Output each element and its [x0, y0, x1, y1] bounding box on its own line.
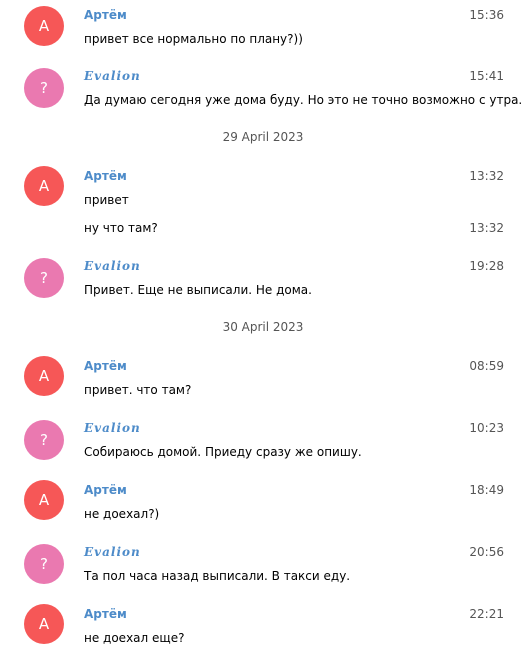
- message-text: привет: [84, 193, 129, 207]
- avatar: A: [24, 6, 64, 46]
- message-text: привет. что там?: [84, 383, 192, 397]
- message-text: не доехал еще?: [84, 631, 185, 645]
- avatar: A: [24, 356, 64, 396]
- sender-name: Evalion: [84, 259, 141, 273]
- date-separator: 29 April 2023: [222, 130, 304, 144]
- sender-name: Evalion: [84, 69, 141, 83]
- sender-name: Артём: [84, 607, 127, 621]
- sender-name: Артём: [84, 8, 127, 22]
- message-text: привет все нормально по плану?)): [84, 32, 303, 46]
- avatar: ?: [24, 68, 64, 108]
- date-separator: 30 April 2023: [222, 320, 304, 334]
- message-time: 15:41: [469, 69, 504, 83]
- message-time: 15:36: [469, 8, 504, 22]
- avatar: ?: [24, 544, 64, 584]
- message-text: Да думаю сегодня уже дома буду. Но это н…: [84, 93, 523, 107]
- message-time: 13:32: [469, 169, 504, 183]
- sender-name: Артём: [84, 483, 127, 497]
- message-text: ну что там?: [84, 221, 158, 235]
- avatar: ?: [24, 420, 64, 460]
- avatar: A: [24, 480, 64, 520]
- avatar: A: [24, 166, 64, 206]
- message-text: Та пол часа назад выписали. В такси еду.: [84, 569, 351, 583]
- message-time: 10:23: [469, 421, 504, 435]
- message-time: 08:59: [469, 359, 504, 373]
- sender-name: Артём: [84, 169, 127, 183]
- message-text: не доехал?): [84, 507, 160, 521]
- avatar: ?: [24, 258, 64, 298]
- avatar: A: [24, 604, 64, 644]
- message-time: 13:32: [469, 221, 504, 235]
- sender-name: Evalion: [84, 545, 141, 559]
- message-time: 18:49: [469, 483, 504, 497]
- sender-name: Артём: [84, 359, 127, 373]
- message-text: Привет. Еще не выписали. Не дома.: [84, 283, 312, 297]
- message-text: Собираюсь домой. Приеду сразу же опишу.: [84, 445, 362, 459]
- message-time: 20:56: [469, 545, 504, 559]
- message-time: 19:28: [469, 259, 504, 273]
- sender-name: Evalion: [84, 421, 141, 435]
- message-time: 22:21: [469, 607, 504, 621]
